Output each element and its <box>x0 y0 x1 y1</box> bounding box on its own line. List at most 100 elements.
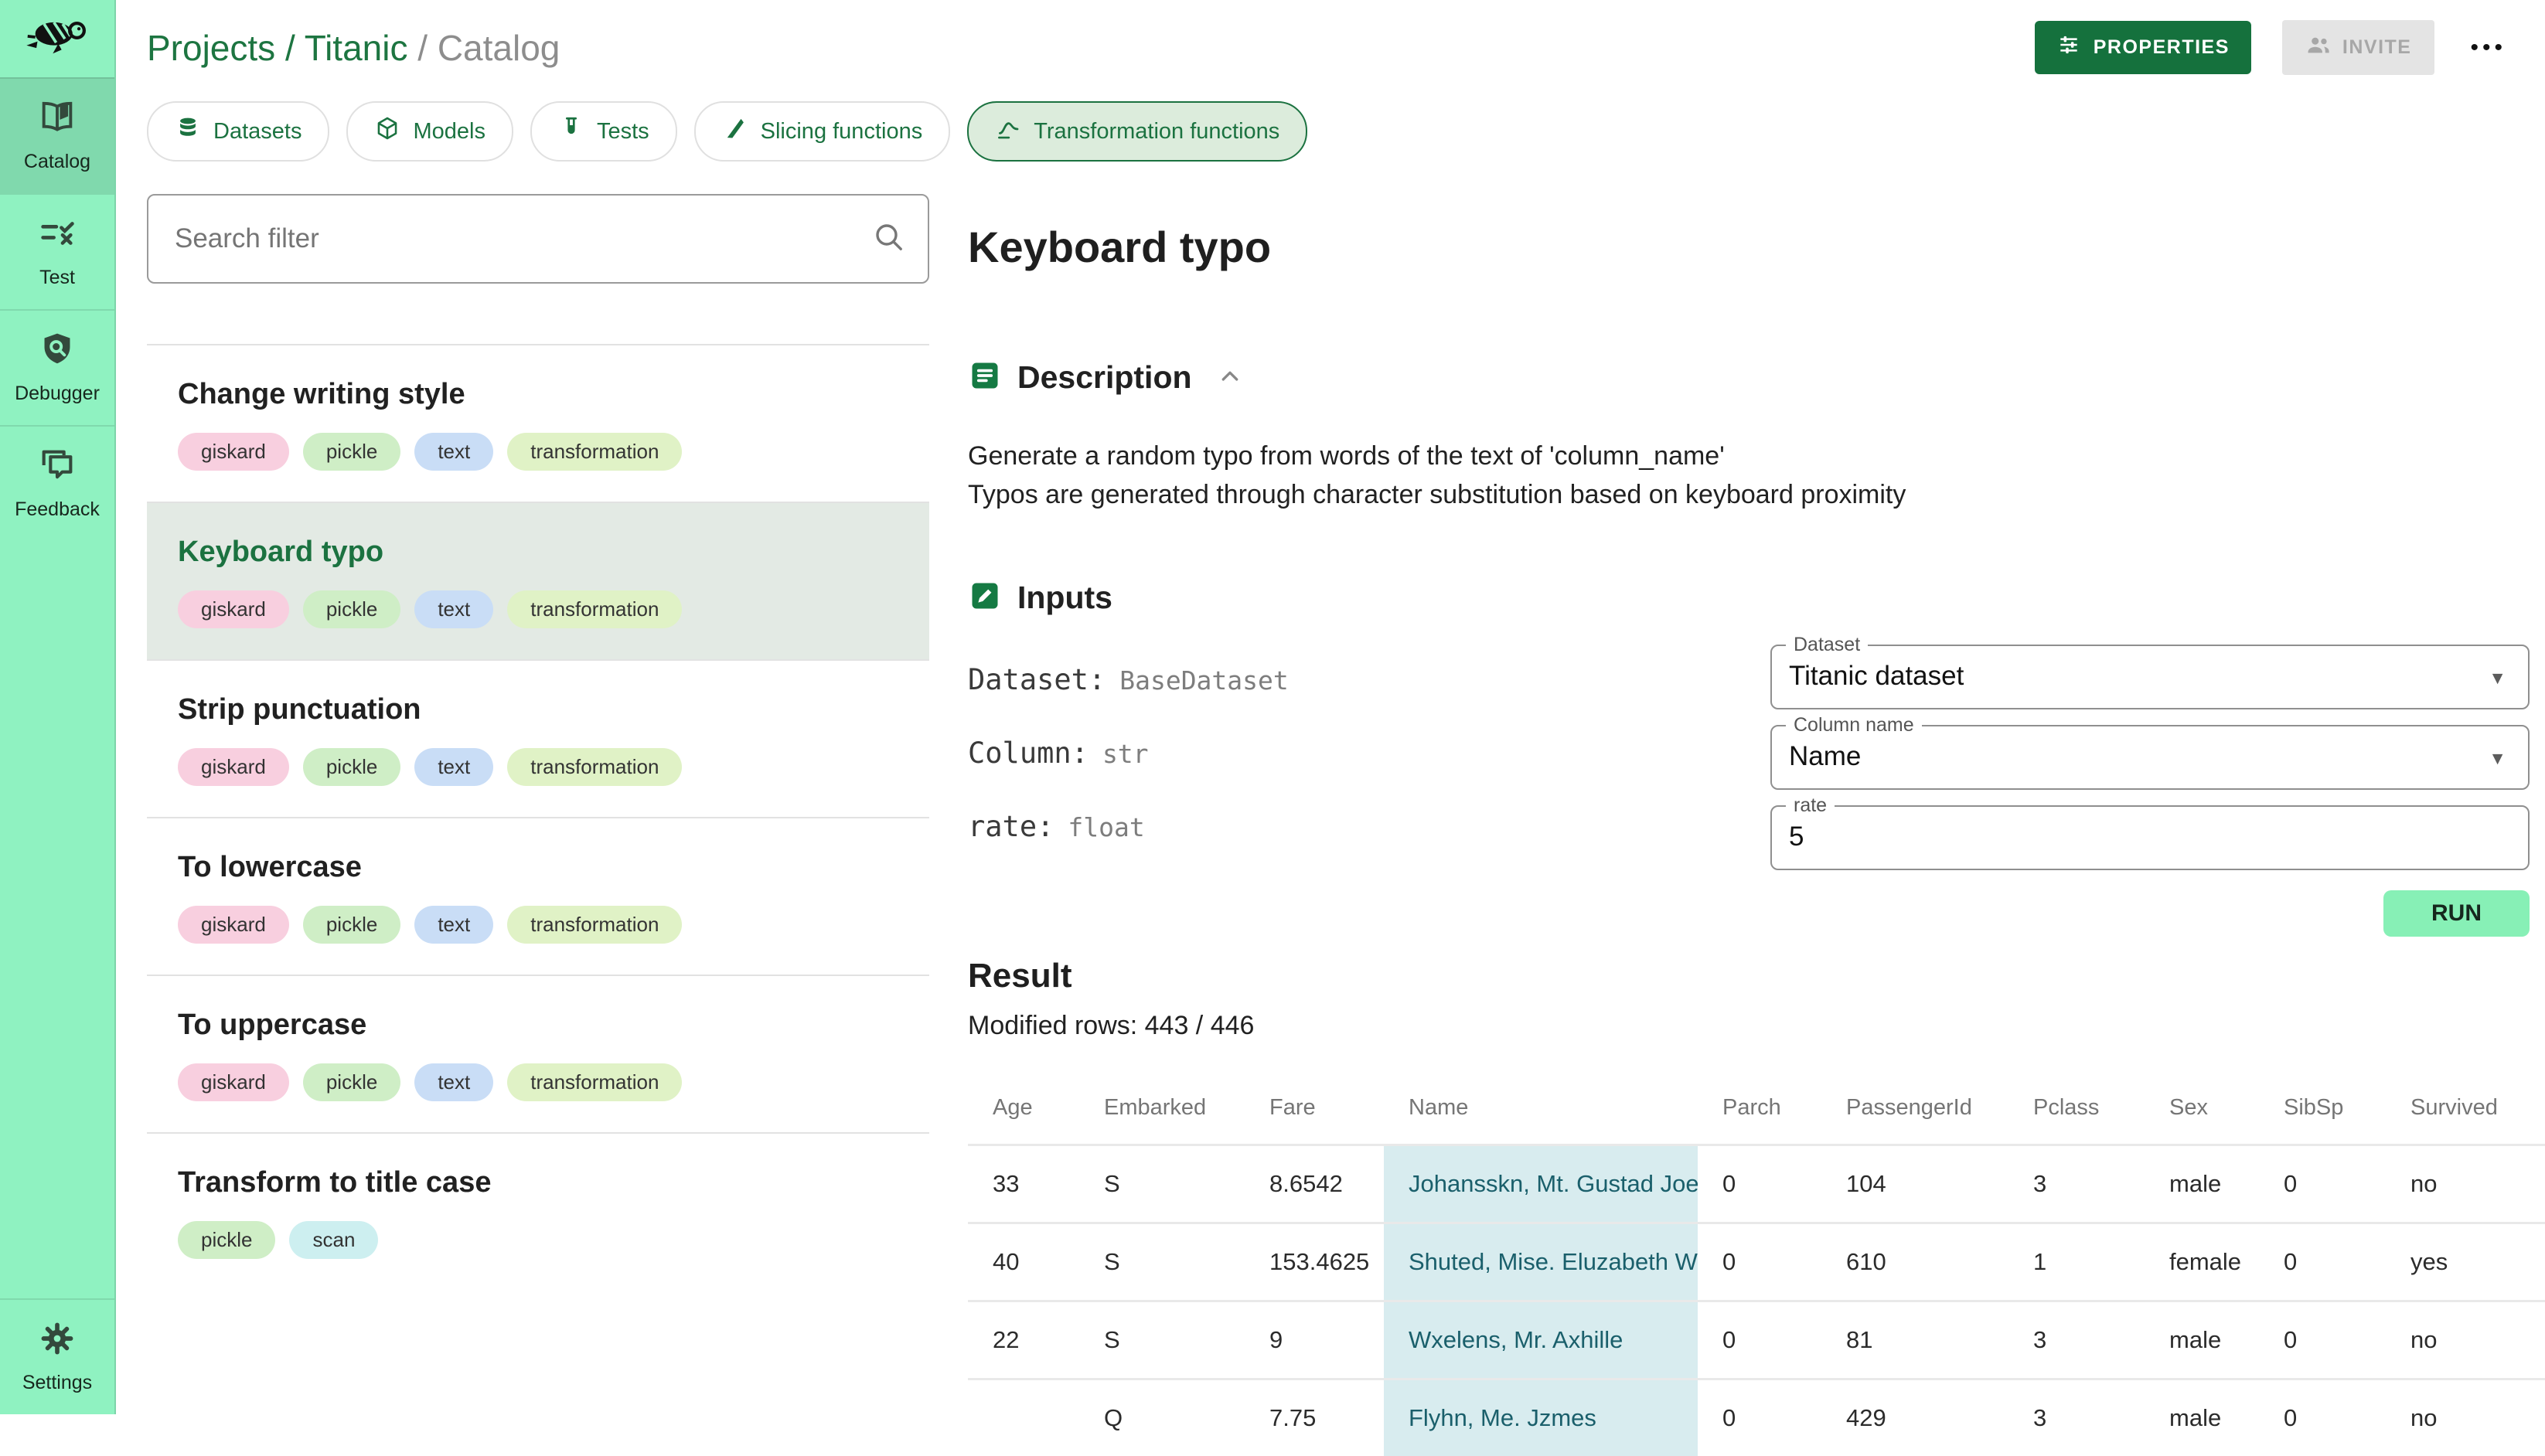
tag-transformation: transformation <box>507 433 682 471</box>
tag-pickle: pickle <box>303 1063 400 1101</box>
breadcrumb-projects[interactable]: Projects <box>147 28 275 68</box>
catalog-item-transform-to-title-case[interactable]: Transform to title case picklescan <box>147 1134 929 1290</box>
function-list-panel: Change writing stylegiskardpickletexttra… <box>147 162 929 1414</box>
result-heading: Result <box>968 957 2530 995</box>
sidebar-item-feedback[interactable]: Feedback <box>0 425 114 541</box>
table-cell <box>968 1379 1079 1456</box>
sidebar-item-catalog[interactable]: Catalog <box>0 77 114 193</box>
catalog-item-title: To uppercase <box>178 1009 898 1042</box>
table-cell: 0 <box>1698 1301 1821 1379</box>
table-cell: female <box>2145 1223 2259 1301</box>
tab-label: Transformation functions <box>1034 119 1279 145</box>
table-cell: 3 <box>2008 1145 2145 1223</box>
modified-name-cell: Shuted, Mise. Eluzabeth W <box>1384 1223 1698 1301</box>
properties-button[interactable]: PROPERTIES <box>2035 21 2251 74</box>
signature-row: Dataset:BaseDataset <box>968 663 1770 696</box>
catalog-item-title: Transform to title case <box>178 1166 898 1199</box>
tab-slicing-functions[interactable]: Slicing functions <box>694 101 951 162</box>
cube-icon <box>374 115 400 148</box>
column-header-sibsp: SibSp <box>2259 1072 2386 1145</box>
input-field-column-name[interactable]: Column nameName▼ <box>1770 725 2530 790</box>
catalog-item-keyboard-typo[interactable]: Keyboard typo giskardpickletexttransforma… <box>147 503 929 659</box>
dropdown-arrow-icon: ▼ <box>2489 668 2506 689</box>
function-chart-icon <box>995 115 1021 148</box>
invite-label: INVITE <box>2342 36 2412 59</box>
sidebar-item-debugger[interactable]: Debugger <box>0 309 114 425</box>
table-cell: 0 <box>2259 1145 2386 1223</box>
sidebar-item-settings[interactable]: Settings <box>0 1298 114 1414</box>
tab-label: Slicing functions <box>761 119 923 145</box>
sidebar-item-label: Settings <box>22 1372 92 1394</box>
collapse-description-button[interactable] <box>1215 362 1245 393</box>
search-input[interactable] <box>148 196 928 282</box>
tune-icon <box>2056 32 2081 63</box>
table-cell: 33 <box>968 1145 1079 1223</box>
column-header-passengerid: PassengerId <box>1821 1072 2008 1145</box>
table-cell: 7.75 <box>1245 1379 1384 1456</box>
tag-transformation: transformation <box>507 1063 682 1101</box>
catalog-item-change-writing-style[interactable]: Change writing stylegiskardpickletexttra… <box>147 345 929 502</box>
table-cell: male <box>2145 1301 2259 1379</box>
chevron-up-icon <box>1215 382 1245 393</box>
tag-row: giskardpickletexttransformation <box>178 906 898 944</box>
pencil-square-icon <box>968 579 1002 617</box>
column-header-name: Name <box>1384 1072 1698 1145</box>
tab-transformation-functions[interactable]: Transformation functions <box>967 101 1307 162</box>
table-cell: Q <box>1079 1379 1245 1456</box>
column-header-parch: Parch <box>1698 1072 1821 1145</box>
field-value: Titanic dataset <box>1772 646 2528 692</box>
table-row: Q7.75Flyhn, Me. Jzmes04293male0no <box>968 1379 2545 1456</box>
table-cell: 81 <box>1821 1301 2008 1379</box>
tab-label: Models <box>413 119 485 145</box>
table-cell: 0 <box>2259 1379 2386 1456</box>
table-cell: 0 <box>2259 1301 2386 1379</box>
tag-pickle: pickle <box>303 748 400 786</box>
tab-tests[interactable]: Tests <box>530 101 677 162</box>
run-button[interactable]: RUN <box>2383 890 2530 937</box>
search-filter-box <box>147 194 929 284</box>
inputs-heading: Inputs <box>1017 580 1112 616</box>
table-cell: no <box>2386 1301 2545 1379</box>
breadcrumb-current-catalog: Catalog <box>438 28 560 68</box>
checklist-icon <box>37 213 77 257</box>
tag-text: text <box>414 748 493 786</box>
column-header-fare: Fare <box>1245 1072 1384 1145</box>
tag-text: text <box>414 433 493 471</box>
input-field-dataset[interactable]: DatasetTitanic dataset▼ <box>1770 645 2530 709</box>
invite-button[interactable]: INVITE <box>2282 20 2435 75</box>
tag-text: text <box>414 590 493 628</box>
field-label: rate <box>1786 794 1835 817</box>
table-cell: 0 <box>1698 1223 1821 1301</box>
tag-giskard: giskard <box>178 748 289 786</box>
modified-rows-count: Modified rows: 443 / 446 <box>968 1011 2530 1041</box>
catalog-item-strip-punctuation[interactable]: Strip punctuation giskard pickle text transf… <box>147 661 929 817</box>
app-logo[interactable] <box>0 0 114 77</box>
param-type: BaseDataset <box>1119 665 1289 696</box>
run-row: RUN <box>1770 890 2530 937</box>
sidebar-item-test[interactable]: Test <box>0 193 114 309</box>
input-field-rate[interactable]: rate5 <box>1770 805 2530 870</box>
tag-pickle: pickle <box>303 433 400 471</box>
sidebar-item-label: Test <box>39 267 75 289</box>
catalog-item-title: Strip punctuation <box>178 693 898 726</box>
catalog-item-to-uppercase[interactable]: To uppercasegiskardpickletexttransformat… <box>147 976 929 1132</box>
table-row: 40S153.4625Shuted, Mise. Eluzabeth W0610… <box>968 1223 2545 1301</box>
document-lines-icon <box>968 359 1002 396</box>
sidebar: Catalog Test Debugger Feedback Settings <box>0 0 116 1414</box>
sidebar-item-label: Debugger <box>15 383 100 405</box>
catalog-item-to-lowercase[interactable]: To lowercasegiskardpickletexttransformat… <box>147 818 929 975</box>
tag-transformation: transformation <box>507 748 682 786</box>
tab-models[interactable]: Models <box>346 101 513 162</box>
more-menu-button[interactable]: ••• <box>2465 34 2511 62</box>
catalog-item-title: Keyboard typo <box>178 536 898 569</box>
tab-label: Tests <box>597 119 649 145</box>
tag-row: picklescan <box>178 1221 898 1259</box>
breadcrumb-project-titanic[interactable]: Titanic <box>305 28 408 68</box>
description-section-header: Description <box>968 359 2530 396</box>
tag-text: text <box>414 906 493 944</box>
table-cell: male <box>2145 1145 2259 1223</box>
tab-datasets[interactable]: Datasets <box>147 101 329 162</box>
sidebar-item-label: Catalog <box>24 151 90 173</box>
tag-row: giskardpickletexttransformation <box>178 590 898 628</box>
function-list: Change writing stylegiskardpickletexttra… <box>147 344 929 1290</box>
